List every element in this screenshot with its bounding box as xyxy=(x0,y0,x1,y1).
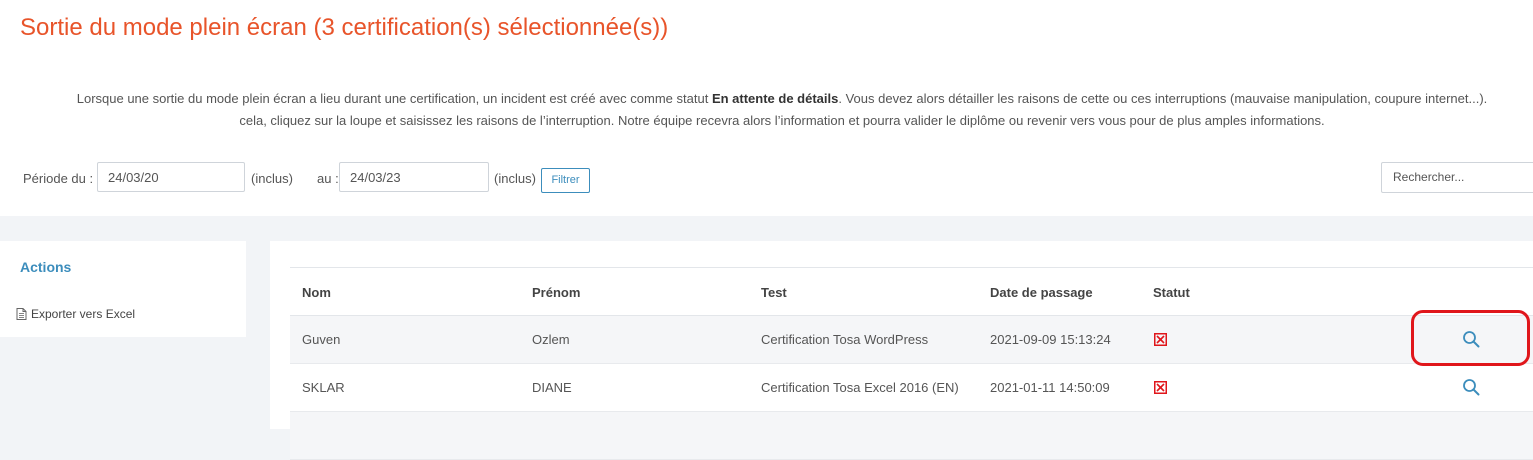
highlight-annotation xyxy=(1411,310,1530,366)
actions-title: Actions xyxy=(20,259,72,275)
date-from-input[interactable]: 24/03/20 xyxy=(97,162,245,192)
filter-button[interactable]: Filtrer xyxy=(541,168,590,193)
search-icon[interactable] xyxy=(1462,378,1480,396)
export-label: Exporter vers Excel xyxy=(31,307,136,321)
period-to-label: au : xyxy=(317,171,339,186)
table-row xyxy=(290,412,1533,460)
cell-test: Certification Tosa WordPress xyxy=(761,332,929,347)
table-row: SKLAR DIANE Certification Tosa Excel 201… xyxy=(290,364,1533,412)
cell-nom: SKLAR xyxy=(302,380,345,395)
column-header-nom[interactable]: Nom xyxy=(302,285,331,300)
column-header-date[interactable]: Date de passage xyxy=(990,285,1093,300)
error-x-icon xyxy=(1154,333,1167,346)
status-pending-label: En attente de détails xyxy=(711,91,839,106)
cell-prenom: Ozlem xyxy=(532,332,570,347)
intro-line-1: Lorsque une sortie du mode plein écran a… xyxy=(76,91,1488,106)
table-panel: Nom Prénom Test Date de passage Statut G… xyxy=(270,241,1533,460)
table-row: Guven Ozlem Certification Tosa WordPress… xyxy=(290,316,1533,364)
intro-text: Lorsque une sortie du mode plein écran a… xyxy=(0,88,1533,132)
cell-date: 2021-09-09 15:13:24 xyxy=(990,332,1111,347)
cell-test: Certification Tosa Excel 2016 (EN) xyxy=(761,380,959,395)
column-header-statut[interactable]: Statut xyxy=(1153,285,1190,300)
column-header-prenom[interactable]: Prénom xyxy=(532,285,580,300)
intro-line-2: cela, cliquez sur la loupe et saisissez … xyxy=(239,113,1325,128)
document-icon xyxy=(16,308,27,320)
search-input[interactable]: Rechercher... xyxy=(1381,162,1533,193)
date-to-input[interactable]: 24/03/23 xyxy=(339,162,489,192)
cell-prenom: DIANE xyxy=(532,380,572,395)
header-panel: Sortie du mode plein écran (3 certificat… xyxy=(0,0,1533,216)
page-title: Sortie du mode plein écran (3 certificat… xyxy=(20,14,669,41)
actions-panel: Actions Exporter vers Excel xyxy=(0,241,246,337)
export-excel-link[interactable]: Exporter vers Excel xyxy=(16,307,135,321)
error-x-icon xyxy=(1154,381,1167,394)
period-from-label: Période du : xyxy=(23,171,94,186)
cell-date: 2021-01-11 14:50:09 xyxy=(990,380,1110,395)
column-header-test[interactable]: Test xyxy=(761,285,787,300)
inclus-label-2: (inclus) xyxy=(494,171,536,186)
cell-nom: Guven xyxy=(302,332,341,347)
inclus-label-1: (inclus) xyxy=(251,171,293,186)
table-header: Nom Prénom Test Date de passage Statut xyxy=(290,268,1533,316)
incidents-table: Nom Prénom Test Date de passage Statut G… xyxy=(290,267,1533,460)
